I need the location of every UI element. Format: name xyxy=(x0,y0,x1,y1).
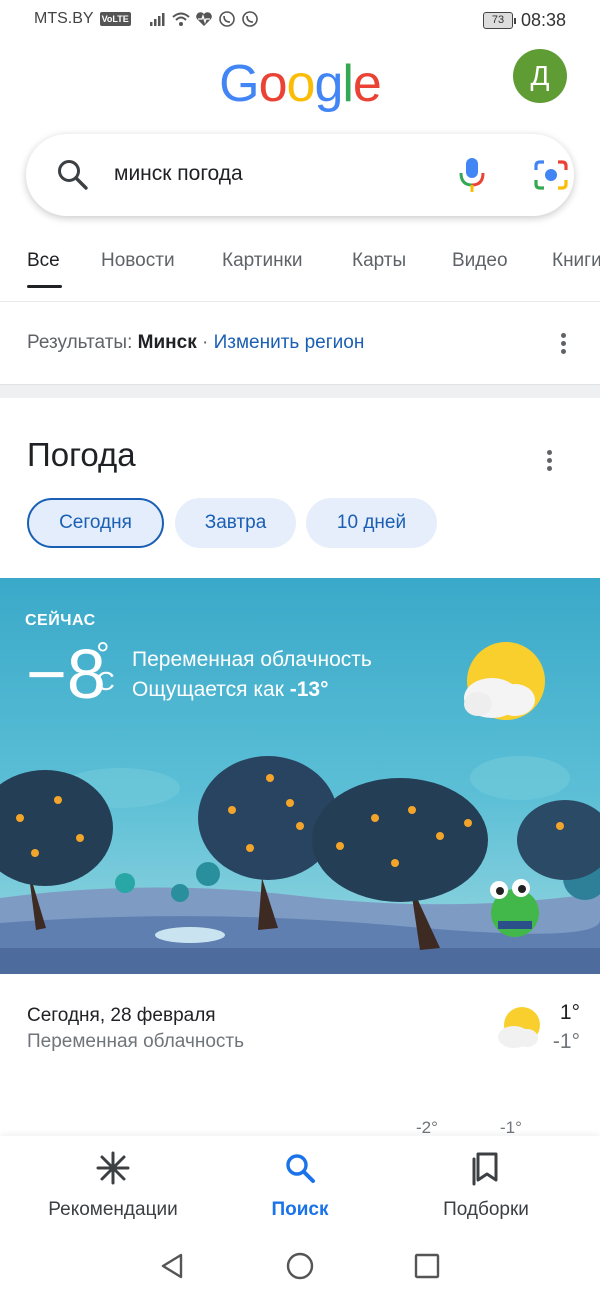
weather-hero: СЕЙЧАС −8 ° C Переменная облачность Ощущ… xyxy=(0,578,600,974)
home-icon[interactable] xyxy=(286,1252,314,1280)
back-icon[interactable] xyxy=(159,1252,185,1280)
nav-recommendations[interactable]: Рекомендации xyxy=(13,1150,213,1221)
region-prefix: Результаты: xyxy=(27,332,133,353)
temperature-unit[interactable]: C xyxy=(96,666,115,697)
search-icon xyxy=(286,1154,315,1183)
search-icon[interactable] xyxy=(56,158,90,192)
region-line: Результаты: Минск · Изменить регион xyxy=(27,332,364,354)
hourly-peek-value: -1° xyxy=(500,1118,522,1137)
feels-like: Ощущается как -13° xyxy=(132,678,329,702)
chip-today[interactable]: Сегодня xyxy=(27,498,164,548)
today-low: -1° xyxy=(552,1030,580,1053)
current-condition: Переменная облачность xyxy=(132,648,372,671)
nav-recommendations-label: Рекомендации xyxy=(48,1199,178,1220)
wifi-icon xyxy=(172,12,190,26)
region-city: Минск xyxy=(137,332,197,353)
lens-camera-icon[interactable] xyxy=(533,158,569,192)
more-options-icon[interactable] xyxy=(561,333,567,357)
status-bar: MTS.BY VoLTE 73 08:38 xyxy=(0,0,600,44)
collections-icon xyxy=(472,1152,498,1186)
weather-title: Погода xyxy=(27,436,136,473)
today-condition: Переменная облачность xyxy=(27,1031,244,1052)
viber-icon-2 xyxy=(241,11,258,27)
logo-letter: o xyxy=(258,55,288,113)
avatar[interactable]: Д xyxy=(513,49,567,103)
chip-10-days[interactable]: 10 дней xyxy=(306,498,437,548)
tab-video[interactable]: Видео xyxy=(452,250,508,272)
carrier-label: MTS.BY xyxy=(34,10,94,27)
change-region-link[interactable]: Изменить регион xyxy=(214,332,365,353)
logo-letter: o xyxy=(286,55,316,113)
current-temperature: −8 xyxy=(26,635,106,713)
nav-collections-label: Подборки xyxy=(443,1199,529,1220)
status-left: MTS.BY VoLTE xyxy=(34,10,259,28)
tab-all[interactable]: Все xyxy=(27,250,60,272)
tab-books[interactable]: Книги xyxy=(552,250,600,272)
nav-search[interactable]: Поиск xyxy=(200,1150,400,1221)
microphone-icon[interactable] xyxy=(458,156,486,194)
health-icon xyxy=(195,12,212,26)
feels-like-label: Ощущается как xyxy=(132,678,284,701)
search-tabs: Все Новости Картинки Карты Видео Книги xyxy=(0,236,600,302)
hourly-peek-value: -2° xyxy=(416,1118,438,1137)
asterisk-icon xyxy=(96,1151,130,1185)
now-label: СЕЙЧАС xyxy=(25,612,96,629)
clock: 08:38 xyxy=(520,10,566,30)
recents-icon[interactable] xyxy=(414,1253,440,1279)
system-navigation-bar xyxy=(0,1236,600,1299)
viber-icon xyxy=(218,11,235,27)
feels-like-value: -13° xyxy=(289,678,329,701)
search-box[interactable]: минск погода xyxy=(26,134,574,216)
today-date: Сегодня, 28 февраля xyxy=(27,1005,216,1026)
weather-more-icon[interactable] xyxy=(547,450,553,474)
tab-maps[interactable]: Карты xyxy=(352,250,406,272)
bottom-navigation: Рекомендации Поиск Подборки xyxy=(0,1136,600,1236)
tab-images[interactable]: Картинки xyxy=(222,250,303,272)
logo-letter: g xyxy=(314,55,343,113)
today-high: 1° xyxy=(559,1001,580,1024)
battery-icon: 73 xyxy=(482,12,516,29)
chip-tomorrow[interactable]: Завтра xyxy=(175,498,296,548)
search-input[interactable]: минск погода xyxy=(114,162,243,186)
tab-news[interactable]: Новости xyxy=(101,250,175,272)
section-divider xyxy=(0,384,600,398)
signal-icon xyxy=(149,13,165,26)
active-tab-indicator xyxy=(27,285,62,288)
region-separator: · xyxy=(201,332,209,353)
nav-search-label: Поиск xyxy=(271,1199,329,1220)
partly-cloudy-icon xyxy=(498,1007,540,1048)
volte-badge: VoLTE xyxy=(99,12,131,26)
google-logo: Google xyxy=(0,54,600,114)
status-right: 73 08:38 xyxy=(482,10,566,31)
logo-letter: l xyxy=(342,55,354,113)
nav-collections[interactable]: Подборки xyxy=(386,1150,586,1221)
logo-letter: e xyxy=(352,55,382,113)
logo-letter: G xyxy=(219,55,259,113)
status-icons xyxy=(149,11,259,27)
